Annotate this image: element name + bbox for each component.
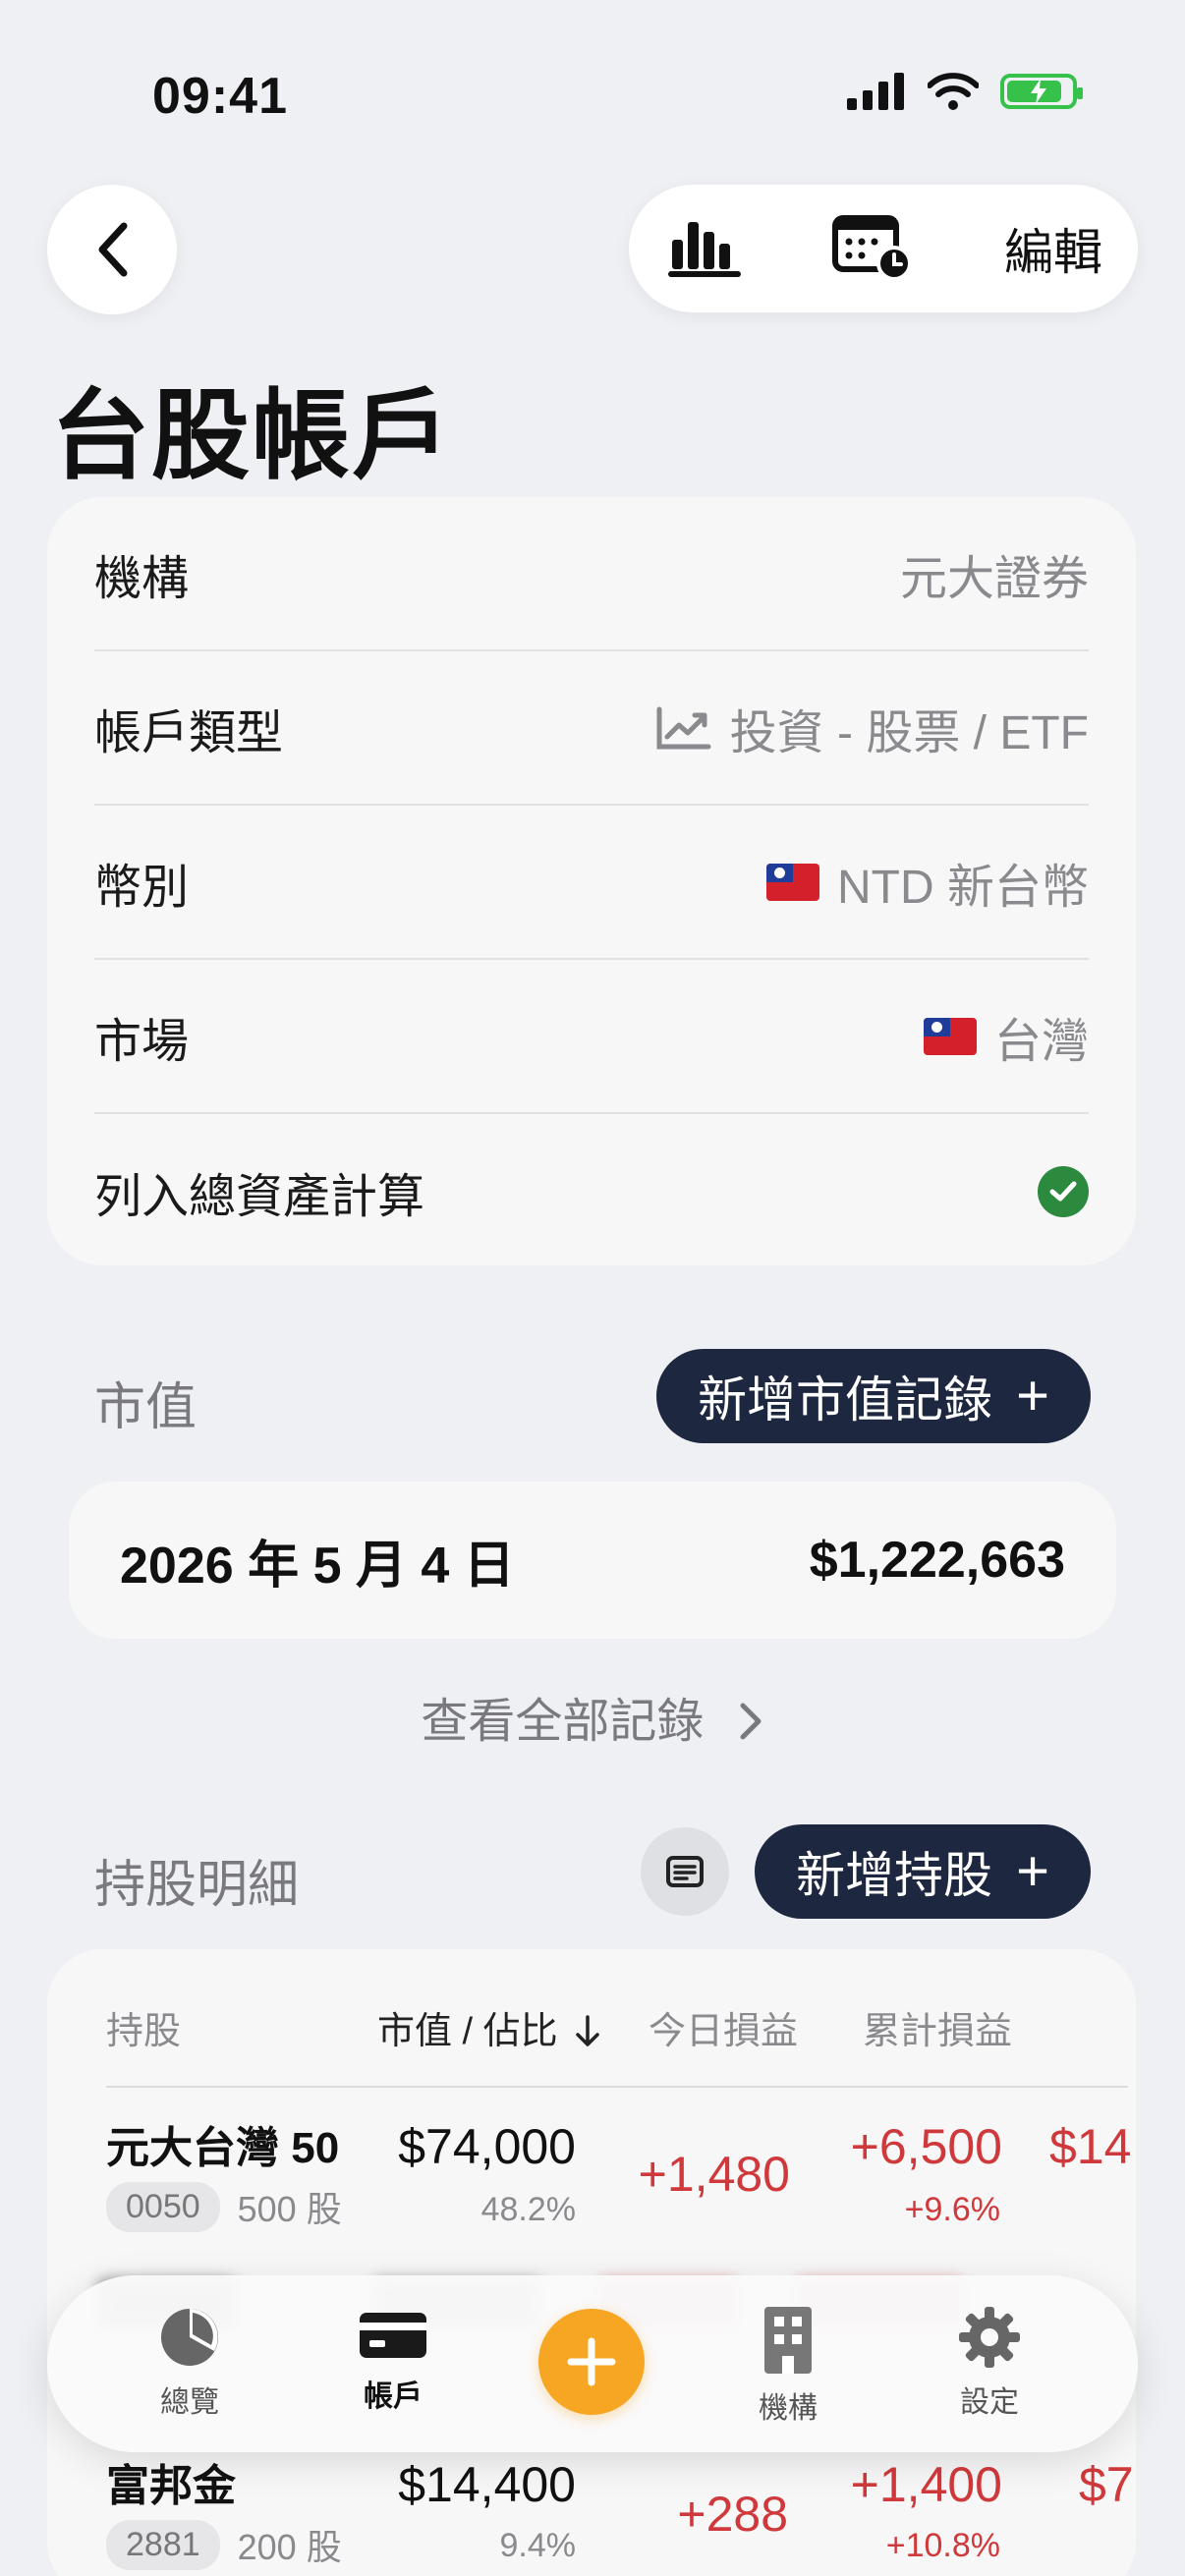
add-holding-button[interactable]: 新增持股 + (755, 1824, 1091, 1919)
plus-icon: + (1016, 1364, 1049, 1428)
holding-code: 0050 (106, 2181, 220, 2232)
calendar-clock-icon (832, 214, 912, 281)
tab-institutions[interactable]: 機構 (759, 2305, 818, 2427)
document-icon (666, 1856, 704, 1887)
add-fab-button[interactable] (538, 2309, 645, 2415)
holding-shares: 200 股 (237, 2527, 342, 2567)
latest-value-amount: $1,222,663 (809, 1532, 1065, 1589)
taiwan-flag-icon (923, 1017, 977, 1055)
holding-today-pl: +1,480 (638, 2147, 790, 2202)
tab-overview[interactable]: 總覽 (157, 2305, 222, 2421)
market-value-section-label: 市值 (94, 1379, 198, 1436)
account-type-label: 帳戶類型 (94, 706, 284, 759)
column-header-value-share[interactable]: 市值 / 佔比 (377, 2000, 601, 2054)
holding-next-column-partial: $7 (1079, 2457, 1134, 2512)
column-header-total-pl[interactable]: 累計損益 (863, 2000, 1012, 2054)
add-market-value-button[interactable]: 新增市值記錄 + (656, 1349, 1091, 1443)
wifi-icon (928, 73, 979, 110)
holding-market-value: $74,000 (398, 2119, 576, 2174)
holding-share-pct: 48.2% (480, 2191, 576, 2228)
back-button[interactable] (47, 185, 177, 314)
column-header-today-pl[interactable]: 今日損益 (649, 2000, 798, 2054)
add-market-value-label: 新增市值記錄 (698, 1372, 993, 1428)
holdings-list-button[interactable] (641, 1827, 729, 1916)
tab-institutions-label: 機構 (759, 2392, 818, 2425)
add-holding-label: 新增持股 (796, 1848, 993, 1903)
institution-row[interactable]: 機構 元大證券 (94, 497, 1089, 651)
column-header-holding[interactable]: 持股 (106, 2000, 181, 2054)
top-action-pill: 編輯 (629, 185, 1138, 312)
arrow-down-icon (576, 2015, 599, 2046)
tab-settings-label: 設定 (960, 2386, 1019, 2419)
tab-accounts-label: 帳戶 (364, 2380, 423, 2413)
currency-value: NTD 新台幣 (837, 861, 1089, 914)
see-all-records-link[interactable]: 查看全部記錄 (0, 1682, 1185, 1751)
holding-meta: 0050 500 股 (106, 2181, 342, 2232)
credit-card-icon (360, 2313, 426, 2358)
market-row[interactable]: 市場 台灣 (94, 960, 1089, 1114)
market-value: 台灣 (993, 1015, 1089, 1068)
include-total-label: 列入總資產計算 (94, 1170, 425, 1223)
bar-chart-icon (668, 221, 741, 277)
plus-icon (567, 2337, 616, 2386)
checkmark-icon[interactable] (1038, 1165, 1089, 1217)
status-time: 09:41 (152, 68, 288, 125)
holding-total-pl-pct: +10.8% (885, 2527, 1000, 2564)
holding-name: 元大台灣 50 (106, 2124, 340, 2172)
tab-accounts[interactable]: 帳戶 (358, 2305, 428, 2415)
cellular-signal-icon (847, 73, 904, 110)
trending-up-icon (656, 706, 711, 749)
account-info-card: 機構 元大證券 帳戶類型 投資 - 股票 / ETF 幣別 NTD 新台幣 市場… (47, 497, 1136, 1265)
holding-shares: 500 股 (237, 2189, 342, 2229)
latest-value-card[interactable]: 2026 年 5 月 4 日 $1,222,663 (69, 1482, 1116, 1639)
table-row[interactable]: 富邦金 (106, 2450, 236, 2513)
tab-overview-label: 總覽 (160, 2386, 219, 2419)
holding-total-pl: +1,400 (850, 2457, 1002, 2512)
building-icon (764, 2307, 812, 2374)
market-label: 市場 (94, 1015, 190, 1068)
battery-icon (1000, 74, 1083, 109)
holding-next-column-partial: $14 (1049, 2119, 1132, 2174)
institution-label: 機構 (94, 552, 190, 605)
holding-total-pl-pct: +9.6% (904, 2191, 1000, 2228)
calendar-history-button[interactable] (831, 212, 914, 286)
table-row[interactable]: 元大台灣 50 (106, 2112, 339, 2175)
holding-meta: 2881 200 股 (106, 2519, 342, 2570)
holding-market-value: $14,400 (398, 2457, 576, 2512)
chevron-left-icon (98, 222, 128, 277)
taiwan-flag-icon (766, 863, 819, 901)
edit-button[interactable]: 編輯 (1004, 213, 1102, 284)
account-type-value: 投資 - 股票 / ETF (729, 706, 1089, 759)
chevron-right-icon (740, 1703, 762, 1740)
account-type-row[interactable]: 帳戶類型 投資 - 股票 / ETF (94, 651, 1089, 806)
holding-share-pct: 9.4% (499, 2527, 577, 2564)
holdings-section-label: 持股明細 (94, 1857, 300, 1914)
chart-button[interactable] (668, 216, 741, 282)
latest-value-date: 2026 年 5 月 4 日 (120, 1537, 515, 1595)
status-icons (847, 73, 1083, 110)
holding-today-pl: +288 (677, 2487, 788, 2542)
tab-settings[interactable]: 設定 (957, 2305, 1022, 2421)
holding-total-pl: +6,500 (850, 2119, 1002, 2174)
holding-name: 富邦金 (106, 2462, 236, 2510)
holding-code: 2881 (106, 2519, 220, 2570)
institution-value: 元大證券 (899, 552, 1089, 605)
include-total-row[interactable]: 列入總資產計算 (94, 1114, 1089, 1268)
table-header-divider (106, 2086, 1128, 2088)
page-title: 台股帳戶 (51, 381, 452, 491)
currency-label: 幣別 (94, 861, 190, 914)
gear-icon (959, 2307, 1020, 2368)
currency-row[interactable]: 幣別 NTD 新台幣 (94, 806, 1089, 960)
pie-chart-icon (161, 2309, 218, 2366)
plus-icon: + (1016, 1839, 1049, 1903)
